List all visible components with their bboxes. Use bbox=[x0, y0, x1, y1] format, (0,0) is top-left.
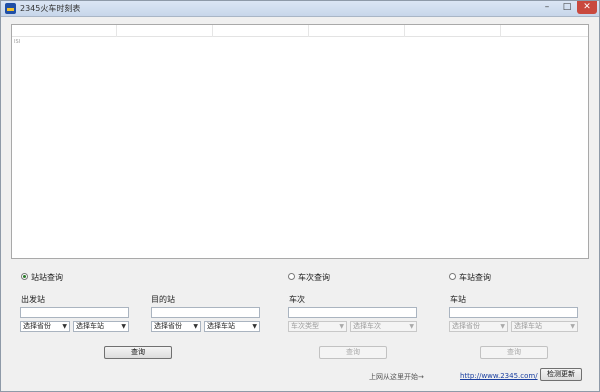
results-column[interactable] bbox=[117, 25, 213, 37]
train-search-button[interactable]: 查询 bbox=[319, 346, 387, 359]
chevron-down-icon: ▼ bbox=[409, 323, 414, 330]
to-station-value: 选择车站 bbox=[207, 322, 235, 330]
footer-prompt: 上网从这里开始→ bbox=[369, 373, 424, 381]
station-search-button[interactable]: 查询 bbox=[104, 346, 172, 359]
from-province-value: 选择省份 bbox=[23, 322, 51, 330]
chevron-down-icon: ▼ bbox=[252, 323, 257, 330]
results-marker: ISI bbox=[14, 39, 21, 45]
from-station-label: 出发站 bbox=[21, 295, 45, 304]
stop-query-label: 车站查询 bbox=[459, 273, 491, 282]
check-update-button[interactable]: 检测更新 bbox=[540, 368, 582, 381]
results-list[interactable]: ISI bbox=[11, 24, 589, 259]
train-number-label: 车次 bbox=[289, 295, 305, 304]
homepage-link[interactable]: http://www.2345.com/ bbox=[460, 372, 538, 380]
results-header bbox=[12, 25, 588, 37]
station-query-radio[interactable] bbox=[21, 273, 28, 280]
from-station-input[interactable] bbox=[20, 307, 129, 318]
chevron-down-icon: ▼ bbox=[339, 323, 344, 330]
results-column[interactable] bbox=[405, 25, 501, 37]
to-station-input[interactable] bbox=[151, 307, 260, 318]
app-window: 2345火车时刻表 – □ ✕ ISI 站站查询 出发站 选择省份 ▼ 选择车站 ▼… bbox=[0, 0, 600, 392]
to-station-label: 目的站 bbox=[151, 295, 175, 304]
to-province-select[interactable]: 选择省份 ▼ bbox=[151, 321, 201, 332]
from-province-select[interactable]: 选择省份 ▼ bbox=[20, 321, 70, 332]
train-number-input[interactable] bbox=[288, 307, 417, 318]
stop-province-select[interactable]: 选择省份 ▼ bbox=[449, 321, 508, 332]
train-query-radio[interactable] bbox=[288, 273, 295, 280]
station-query-label: 站站查询 bbox=[31, 273, 63, 282]
stop-query-radio[interactable] bbox=[449, 273, 456, 280]
train-type-select[interactable]: 车次类型 ▼ bbox=[288, 321, 347, 332]
to-province-value: 选择省份 bbox=[154, 322, 182, 330]
train-select-value: 选择车次 bbox=[353, 322, 381, 330]
chevron-down-icon: ▼ bbox=[121, 323, 126, 330]
to-station-select[interactable]: 选择车站 ▼ bbox=[204, 321, 260, 332]
chevron-down-icon: ▼ bbox=[193, 323, 198, 330]
stop-station-value: 选择车站 bbox=[514, 322, 542, 330]
window-title: 2345火车时刻表 bbox=[20, 4, 81, 13]
stop-province-value: 选择省份 bbox=[452, 322, 480, 330]
stop-station-label: 车站 bbox=[450, 295, 466, 304]
stop-search-button[interactable]: 查询 bbox=[480, 346, 548, 359]
chevron-down-icon: ▼ bbox=[62, 323, 67, 330]
train-query-label: 车次查询 bbox=[298, 273, 330, 282]
maximize-button[interactable]: □ bbox=[557, 1, 577, 14]
results-column[interactable] bbox=[309, 25, 405, 37]
from-station-select[interactable]: 选择车站 ▼ bbox=[73, 321, 129, 332]
title-bar: 2345火车时刻表 – □ ✕ bbox=[1, 1, 599, 17]
train-type-value: 车次类型 bbox=[291, 322, 319, 330]
stop-station-input[interactable] bbox=[449, 307, 578, 318]
results-column[interactable] bbox=[12, 25, 117, 37]
stop-station-select[interactable]: 选择车站 ▼ bbox=[511, 321, 578, 332]
app-logo-icon bbox=[5, 3, 16, 14]
chevron-down-icon: ▼ bbox=[570, 323, 575, 330]
from-station-value: 选择车站 bbox=[76, 322, 104, 330]
chevron-down-icon: ▼ bbox=[500, 323, 505, 330]
minimize-button[interactable]: – bbox=[537, 1, 557, 14]
train-select[interactable]: 选择车次 ▼ bbox=[350, 321, 417, 332]
results-column[interactable] bbox=[213, 25, 309, 37]
close-button[interactable]: ✕ bbox=[577, 1, 597, 14]
